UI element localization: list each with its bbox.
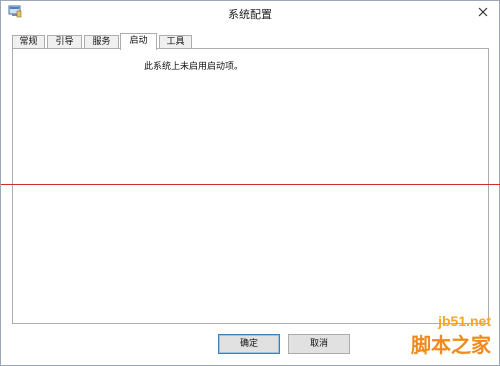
watermark: jb51.net 脚本之家 <box>353 313 493 359</box>
title-bar[interactable]: 系统配置 <box>1 1 499 25</box>
tab-boot[interactable]: 引导 <box>47 35 82 49</box>
ok-button[interactable]: 确定 <box>218 334 280 354</box>
tab-general[interactable]: 常规 <box>12 35 45 49</box>
system-config-window: 系统配置 常规 引导 服务 启动 工具 此系统上未启用启动项。 确定 取消 jb… <box>0 0 500 366</box>
window-title: 系统配置 <box>228 8 272 21</box>
tab-startup[interactable]: 启动 <box>120 33 157 50</box>
tab-tools[interactable]: 工具 <box>159 35 192 49</box>
cancel-button[interactable]: 取消 <box>288 334 350 354</box>
watermark-name: 脚本之家 <box>411 333 491 357</box>
red-guide-line <box>1 184 500 185</box>
tab-services[interactable]: 服务 <box>84 35 119 49</box>
startup-panel: 此系统上未启用启动项。 <box>12 48 489 324</box>
watermark-site: jb51.net <box>438 313 491 329</box>
startup-message: 此系统上未启用启动项。 <box>144 62 244 72</box>
close-icon[interactable] <box>475 4 491 20</box>
